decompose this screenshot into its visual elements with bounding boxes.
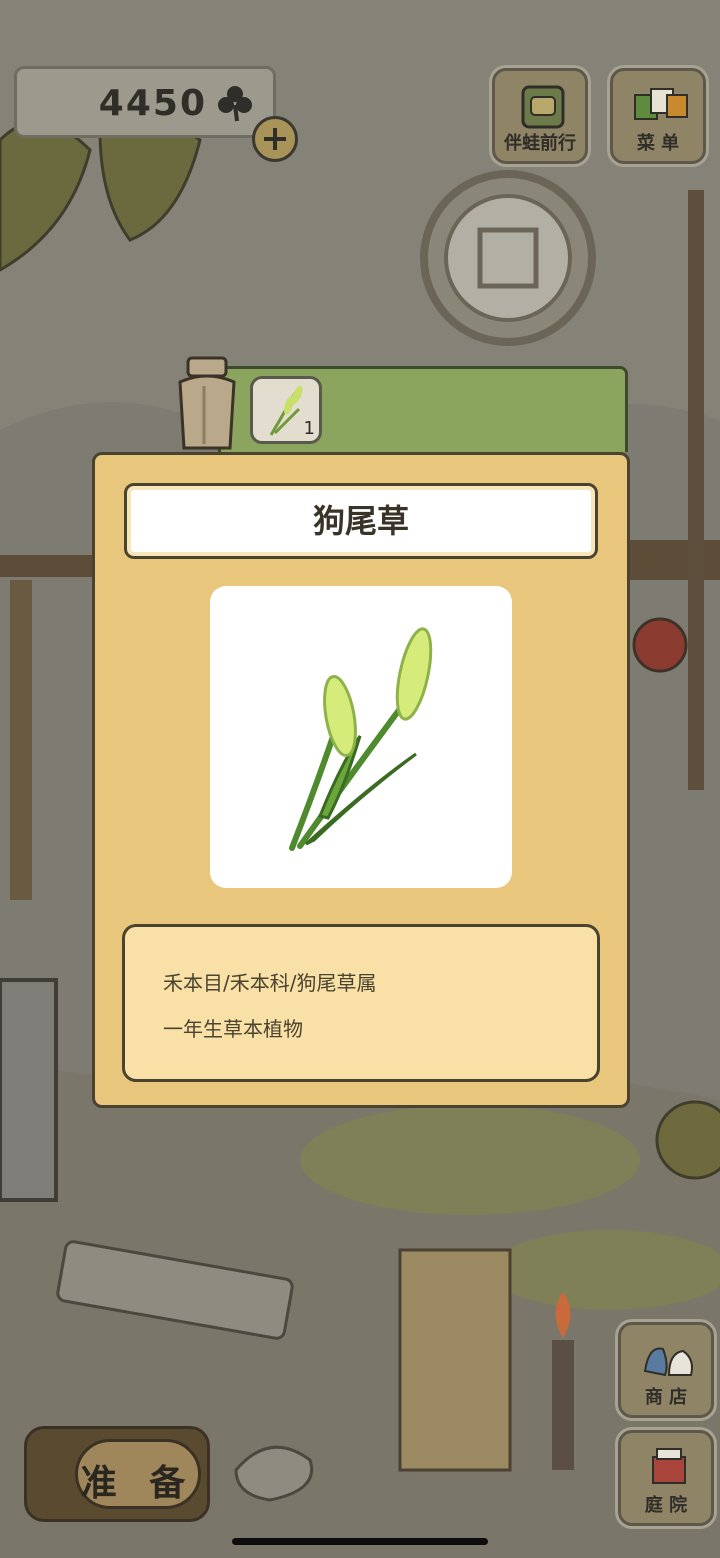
menu-button[interactable]: 菜 单 <box>610 68 706 164</box>
prepare-plate: 准 备 <box>75 1439 201 1509</box>
foxtail-grass-illustration <box>289 627 433 851</box>
menu-label: 菜 单 <box>636 133 680 154</box>
journey-label: 伴蛙前行 <box>504 133 576 154</box>
item-name: 狗尾草 <box>312 502 409 540</box>
shop-button[interactable]: 商 店 <box>618 1322 714 1418</box>
add-clover-button[interactable] <box>252 116 298 162</box>
clover-counter: 4450 <box>14 66 276 138</box>
garden-button[interactable]: 庭 院 <box>618 1430 714 1526</box>
home-indicator[interactable] <box>232 1538 488 1545</box>
shop-icon <box>643 1347 693 1377</box>
prepare-button[interactable]: 准 备 <box>24 1426 210 1522</box>
clover-icon <box>218 86 252 122</box>
item-image-box <box>210 586 512 888</box>
item-description-box: 禾本目/禾本科/狗尾草属 一年生草本植物 <box>122 924 600 1082</box>
menu-cards-icon <box>634 88 688 120</box>
shop-label: 商 店 <box>644 1387 688 1408</box>
garden-label: 庭 院 <box>644 1495 688 1516</box>
item-slot-foxtail[interactable]: 1 <box>250 376 322 444</box>
item-classification: 禾本目/禾本科/狗尾草属 <box>163 971 377 995</box>
item-description: 一年生草本植物 <box>163 1017 303 1041</box>
prepare-label: 准 备 <box>80 1463 196 1504</box>
item-name-box: 狗尾草 <box>124 483 598 559</box>
journey-button[interactable]: 伴蛙前行 <box>492 68 588 164</box>
clover-count: 4450 <box>98 83 207 124</box>
garden-icon <box>652 1448 686 1484</box>
item-count: 1 <box>303 418 315 439</box>
jar-icon <box>178 356 236 450</box>
journey-bag-icon <box>521 85 565 129</box>
plus-icon <box>264 128 286 150</box>
